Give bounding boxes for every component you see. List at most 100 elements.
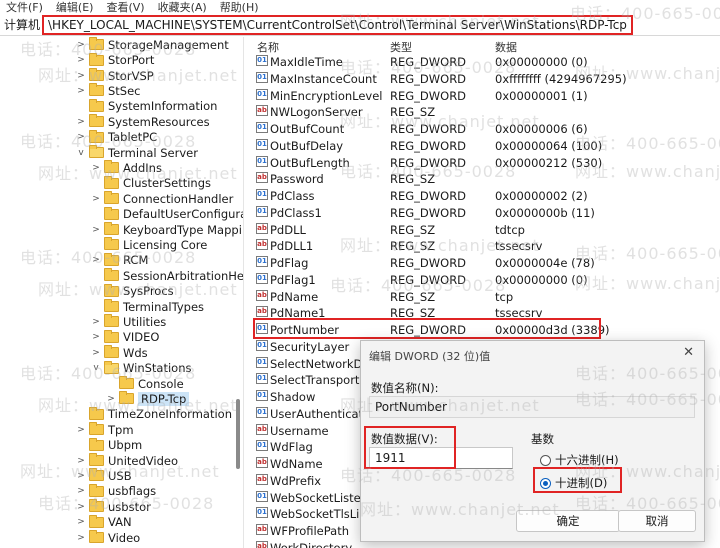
- chevron-icon[interactable]: >: [76, 117, 86, 127]
- registry-value-row[interactable]: 01 MaxIdleTime REG_DWORD 0x00000000 (0): [245, 54, 720, 71]
- chevron-icon[interactable]: >: [76, 55, 86, 65]
- menu-view[interactable]: 查看(V): [106, 0, 144, 15]
- tree-item[interactable]: Ubpm: [76, 437, 142, 453]
- chevron-icon[interactable]: >: [76, 425, 86, 435]
- registry-value-row[interactable]: ab NWLogonServer REG_SZ: [245, 104, 720, 121]
- registry-value-row[interactable]: 01 OutBufDelay REG_DWORD 0x00000064 (100): [245, 138, 720, 155]
- tree-item[interactable]: > VAN: [76, 514, 132, 530]
- radio-hexadecimal[interactable]: 十六进制(H): [540, 452, 619, 468]
- registry-value-row[interactable]: 01 OutBufCount REG_DWORD 0x00000006 (6): [245, 121, 720, 138]
- chevron-icon[interactable]: >: [91, 332, 101, 342]
- tree-item[interactable]: SessionArbitrationHel: [91, 268, 243, 284]
- menu-file[interactable]: 文件(F): [6, 0, 43, 15]
- registry-value-row[interactable]: 01 OutBufLength REG_DWORD 0x00000212 (530): [245, 155, 720, 172]
- tree-item[interactable]: v WinStations: [91, 360, 191, 376]
- column-header-name[interactable]: 名称: [257, 39, 279, 55]
- tree-item-label: SysProcs: [123, 284, 174, 299]
- tree-item[interactable]: > TabletPC: [76, 129, 157, 145]
- chevron-icon[interactable]: >: [76, 456, 86, 466]
- address-path[interactable]: \HKEY_LOCAL_MACHINE\SYSTEM\CurrentContro…: [42, 14, 633, 35]
- registry-value-row[interactable]: 01 PdClass1 REG_DWORD 0x0000000b (11): [245, 205, 720, 222]
- tree-item[interactable]: v Terminal Server: [76, 145, 198, 161]
- chevron-icon[interactable]: v: [76, 148, 86, 158]
- tree-item[interactable]: Licensing Core: [91, 237, 207, 253]
- tree-item[interactable]: > StorVSP: [76, 68, 154, 84]
- chevron-icon[interactable]: >: [76, 533, 86, 543]
- chevron-icon[interactable]: >: [76, 502, 86, 512]
- tree-item[interactable]: ClusterSettings: [91, 175, 211, 192]
- tree-item[interactable]: > Tpm: [76, 422, 134, 438]
- radio-hex-dot[interactable]: [540, 454, 551, 466]
- tree-item[interactable]: > AddIns: [91, 160, 162, 176]
- cancel-button[interactable]: 取消: [618, 510, 696, 532]
- registry-value-row[interactable]: 01 MinEncryptionLevel REG_DWORD 0x00000001 …: [245, 88, 720, 105]
- tree-item[interactable]: > usbstor: [76, 499, 151, 515]
- registry-value-row[interactable]: ab PdDLL1 REG_SZ tssecsrv: [245, 238, 720, 255]
- menu-edit[interactable]: 编辑(E): [56, 0, 94, 15]
- tree-item[interactable]: DefaultUserConfigurat: [91, 206, 243, 222]
- tree-item[interactable]: TerminalTypes: [91, 299, 204, 315]
- tree-item[interactable]: > RCM: [91, 252, 148, 269]
- folder-icon: [89, 406, 104, 420]
- chevron-icon[interactable]: >: [91, 225, 101, 235]
- tree-item[interactable]: > Video: [76, 530, 140, 546]
- tree-scrollbar[interactable]: [236, 399, 240, 469]
- menu-favorites[interactable]: 收藏夹(A): [158, 0, 207, 15]
- tree-item[interactable]: Console: [106, 376, 184, 392]
- tree-item[interactable]: > VIDEO: [91, 329, 159, 346]
- chevron-icon[interactable]: >: [76, 486, 86, 496]
- folder-icon: [104, 191, 119, 205]
- chevron-icon[interactable]: >: [76, 86, 86, 96]
- tree-item[interactable]: > RDP-Tcp: [106, 391, 190, 407]
- tree-item[interactable]: > ConnectionHandler: [91, 191, 233, 207]
- tree-item[interactable]: > usbflags: [76, 483, 156, 500]
- chevron-icon[interactable]: v: [91, 363, 101, 373]
- registry-value-row[interactable]: 01 PdFlag REG_DWORD 0x0000004e (78): [245, 255, 720, 272]
- chevron-icon[interactable]: >: [76, 40, 86, 50]
- chevron-icon[interactable]: >: [91, 194, 101, 204]
- tree-item[interactable]: > USB: [76, 468, 132, 484]
- registry-value-row[interactable]: ab Password REG_SZ: [245, 171, 720, 188]
- registry-value-row[interactable]: 01 MaxInstanceCount REG_DWORD 0xffffffff (4…: [245, 71, 720, 88]
- ok-button[interactable]: 确定: [516, 510, 620, 532]
- folder-icon: [89, 129, 104, 143]
- tree-item[interactable]: > Wds: [91, 345, 148, 361]
- folder-icon: [89, 83, 104, 97]
- chevron-icon[interactable]: >: [91, 255, 101, 265]
- tree-item[interactable]: > StorPort: [76, 52, 154, 68]
- registry-value-row[interactable]: ab PdDLL REG_SZ tdtcp: [245, 222, 720, 239]
- tree-item[interactable]: > StorageManagement: [76, 37, 229, 53]
- chevron-icon[interactable]: >: [76, 132, 86, 142]
- chevron-icon[interactable]: >: [91, 348, 101, 358]
- chevron-icon[interactable]: >: [76, 517, 86, 527]
- tree-item[interactable]: SysProcs: [91, 283, 174, 299]
- tree-item[interactable]: > Utilities: [91, 314, 166, 330]
- tree-item[interactable]: TimeZoneInformation: [76, 406, 232, 423]
- chevron-icon[interactable]: >: [76, 471, 86, 481]
- column-header-data[interactable]: 数据: [495, 39, 517, 55]
- chevron-icon[interactable]: >: [76, 71, 86, 81]
- tree-item[interactable]: > StSec: [76, 83, 141, 99]
- value-name: PdFlag: [270, 256, 309, 270]
- folder-icon: [89, 52, 104, 66]
- binary-value-icon: 01: [256, 189, 268, 200]
- close-icon[interactable]: ✕: [683, 345, 694, 360]
- tree-item[interactable]: > KeyboardType Mappi: [91, 222, 242, 238]
- menu-help[interactable]: 帮助(H): [220, 0, 259, 15]
- binary-value-icon: 01: [256, 507, 268, 519]
- tree-item[interactable]: > SystemResources: [76, 114, 210, 130]
- tree-item-label: Utilities: [123, 314, 167, 329]
- chevron-icon[interactable]: >: [91, 317, 101, 327]
- tree-item-label: TabletPC: [108, 130, 158, 145]
- column-header-type[interactable]: 类型: [390, 39, 412, 55]
- chevron-icon[interactable]: >: [91, 163, 101, 173]
- folder-icon: [119, 391, 134, 405]
- registry-value-row[interactable]: 01 PdFlag1 REG_DWORD 0x00000000 (0): [245, 272, 720, 289]
- address-bar[interactable]: 计算机 \HKEY_LOCAL_MACHINE\SYSTEM\CurrentCo…: [0, 14, 720, 36]
- binary-value-icon: 01: [256, 138, 268, 150]
- tree-item[interactable]: > UnitedVideo: [76, 453, 178, 469]
- tree-item[interactable]: SystemInformation: [76, 98, 217, 115]
- registry-value-row[interactable]: ab PdName REG_SZ tcp: [245, 289, 720, 306]
- registry-value-row[interactable]: 01 PdClass REG_DWORD 0x00000002 (2): [245, 188, 720, 205]
- chevron-icon[interactable]: >: [106, 394, 116, 404]
